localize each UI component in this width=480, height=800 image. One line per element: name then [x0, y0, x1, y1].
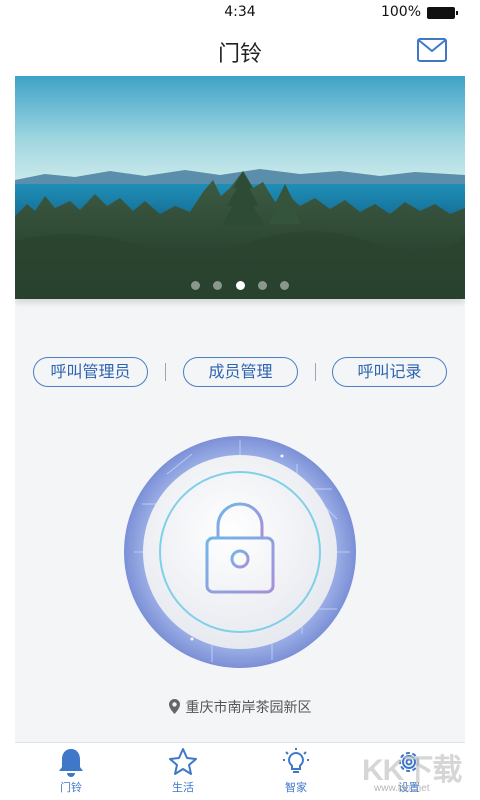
battery-percent: 100%	[380, 4, 421, 20]
gear-icon	[399, 752, 419, 772]
carousel-dot[interactable]	[279, 281, 289, 290]
banner-carousel[interactable]	[15, 76, 465, 299]
call-admin-button[interactable]: 呼叫管理员	[33, 357, 148, 387]
unlock-button[interactable]	[122, 434, 358, 670]
tab-settings[interactable]: 设置	[369, 747, 449, 795]
app-header: 门铃	[15, 24, 465, 76]
carousel-dot[interactable]	[257, 281, 267, 290]
tab-life[interactable]: 生活	[143, 747, 223, 795]
bell-icon	[59, 749, 83, 777]
page-title: 门铃	[217, 42, 262, 67]
location-label: 重庆市南岸茶园新区	[15, 697, 465, 717]
status-bar: 4:34 100%	[15, 0, 465, 24]
action-buttons: 呼叫管理员 成员管理 呼叫记录	[15, 357, 465, 387]
tab-label: 生活	[172, 781, 194, 794]
carousel-dot[interactable]	[213, 281, 223, 290]
bulb-icon	[283, 748, 309, 773]
call-records-button[interactable]: 呼叫记录	[332, 357, 447, 387]
divider	[165, 363, 166, 381]
tab-label: 智家	[285, 781, 307, 794]
tab-label: 设置	[398, 781, 420, 794]
battery-icon	[427, 7, 458, 19]
carousel-indicator	[15, 275, 465, 294]
tab-smart-home[interactable]: 智家	[256, 747, 336, 795]
star-icon	[169, 748, 197, 775]
member-management-button[interactable]: 成员管理	[183, 357, 298, 387]
tab-doorbell[interactable]: 门铃	[31, 747, 111, 795]
location-pin-icon	[168, 699, 180, 714]
mail-icon[interactable]	[417, 38, 447, 62]
divider	[315, 363, 316, 381]
bottom-tab-bar: 门铃 生活 智家 设置	[15, 742, 465, 800]
location-text: 重庆市南岸茶园新区	[185, 700, 312, 716]
banner-image	[15, 76, 465, 299]
tab-label: 门铃	[60, 781, 82, 794]
app-screen: 4:34 100% 门铃 呼叫管理员 成员管理 呼叫记录 重庆市南岸茶园新区 门…	[15, 0, 465, 800]
carousel-dot[interactable]	[191, 281, 201, 290]
carousel-dot-active[interactable]	[235, 281, 245, 290]
